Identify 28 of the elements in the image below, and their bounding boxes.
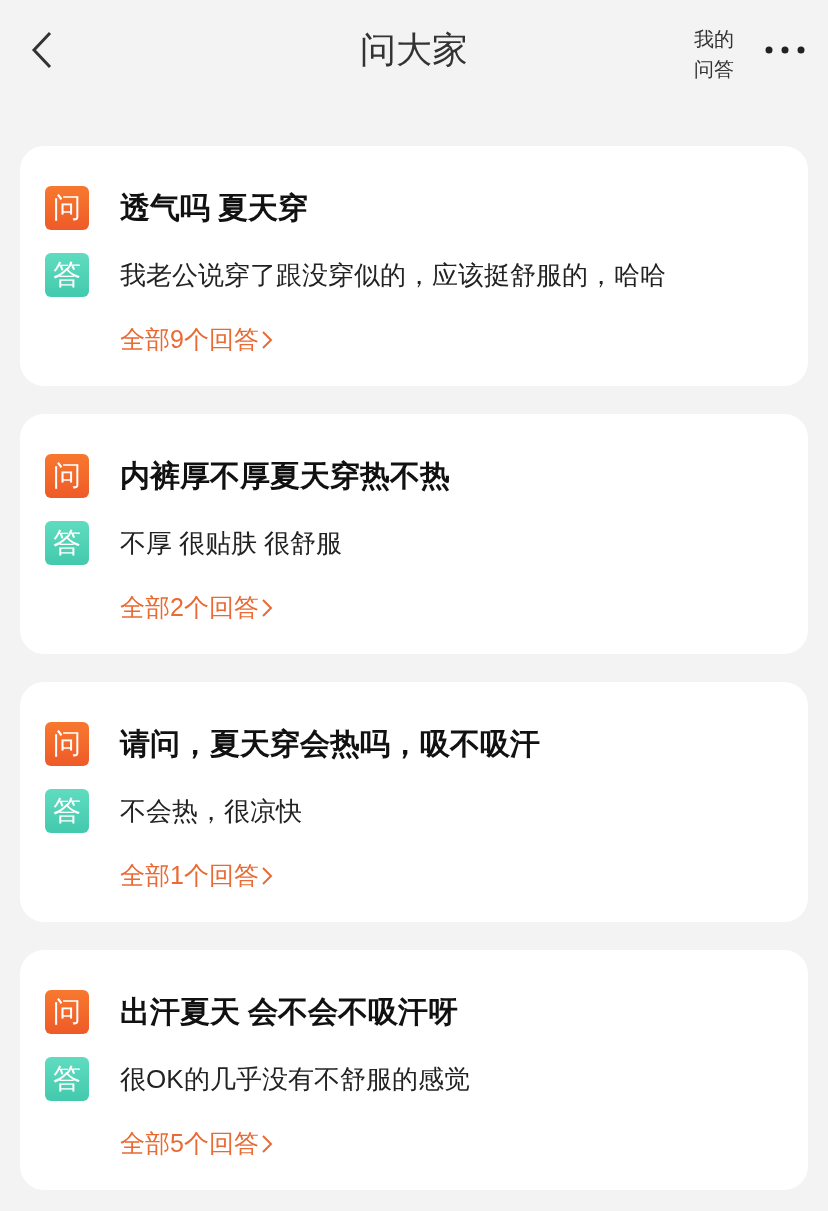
answer-text: 不会热，很凉快 (120, 794, 302, 828)
answer-badge: 答 (45, 521, 89, 565)
question-text: 内裤厚不厚夏天穿热不热 (120, 458, 450, 494)
chevron-icon (260, 597, 273, 618)
answer-badge: 答 (45, 253, 89, 297)
my-answers-link[interactable]: 我的问答 (694, 24, 740, 84)
back-icon[interactable] (30, 30, 54, 70)
chevron-icon (260, 329, 273, 350)
page-title: 问大家 (360, 32, 468, 68)
question-text: 请问，夏天穿会热吗，吸不吸汗 (120, 726, 540, 762)
question-badge: 问 (45, 453, 89, 498)
question-badge: 问 (45, 989, 89, 1034)
question-badge: 问 (45, 185, 89, 230)
answer-badge: 答 (45, 1057, 89, 1101)
question-card[interactable]: 问 请问，夏天穿会热吗，吸不吸汗 答 不会热，很凉快 全部1个回答 (20, 682, 808, 922)
more-icon[interactable] (765, 46, 805, 54)
answer-text: 很OK的几乎没有不舒服的感觉 (120, 1062, 470, 1096)
chevron-icon (260, 865, 273, 886)
chevron-icon (260, 1133, 273, 1154)
question-text: 出汗夏天 会不会不吸汗呀 (120, 994, 459, 1030)
question-card[interactable]: 问 透气吗 夏天穿 答 我老公说穿了跟没穿似的，应该挺舒服的，哈哈 全部9个回答 (20, 146, 808, 386)
question-card[interactable]: 问 内裤厚不厚夏天穿热不热 答 不厚 很贴肤 很舒服 全部2个回答 (20, 414, 808, 654)
answer-text: 我老公说穿了跟没穿似的，应该挺舒服的，哈哈 (120, 258, 666, 292)
question-card[interactable]: 问 出汗夏天 会不会不吸汗呀 答 很OK的几乎没有不舒服的感觉 全部5个回答 (20, 950, 808, 1190)
question-text: 透气吗 夏天穿 (120, 190, 309, 226)
answer-text: 不厚 很贴肤 很舒服 (120, 526, 343, 560)
answer-badge: 答 (45, 789, 89, 833)
question-badge: 问 (45, 721, 89, 766)
